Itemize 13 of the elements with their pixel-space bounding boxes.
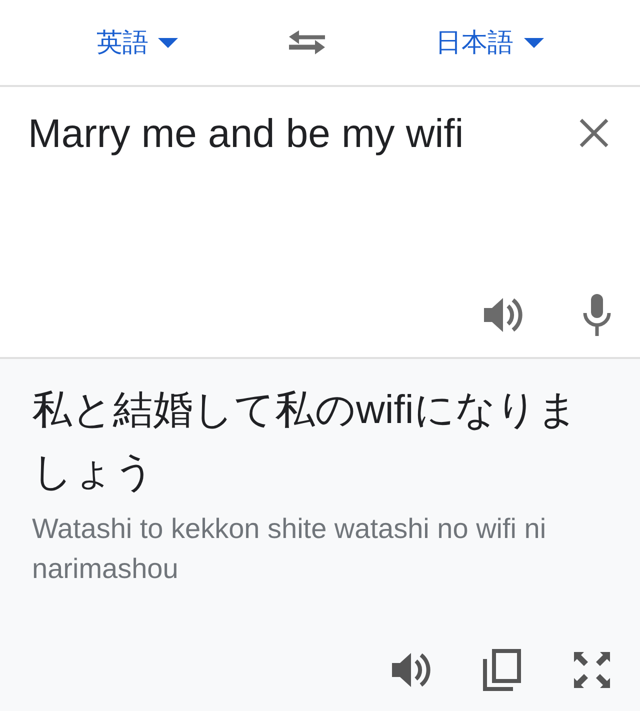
- translation-text: 私と結婚して私のwifiになりましょう: [32, 387, 579, 496]
- input-field[interactable]: Marry me and be my wifi: [28, 103, 464, 165]
- copy-icon[interactable]: [482, 649, 522, 691]
- caret-icon: [524, 38, 544, 48]
- close-icon[interactable]: [578, 117, 610, 149]
- romanization-text: Watashi to kekkon shite watashi no wifi ni narimashou: [32, 512, 548, 586]
- caret-icon: [158, 38, 178, 48]
- source-language-button[interactable]: 英語: [92, 21, 182, 64]
- speaker-icon[interactable]: [390, 650, 432, 690]
- microphone-icon[interactable]: [582, 293, 612, 337]
- fullscreen-icon[interactable]: [572, 650, 612, 690]
- target-language-button[interactable]: 日本語: [432, 21, 548, 64]
- speaker-icon[interactable]: [482, 295, 524, 335]
